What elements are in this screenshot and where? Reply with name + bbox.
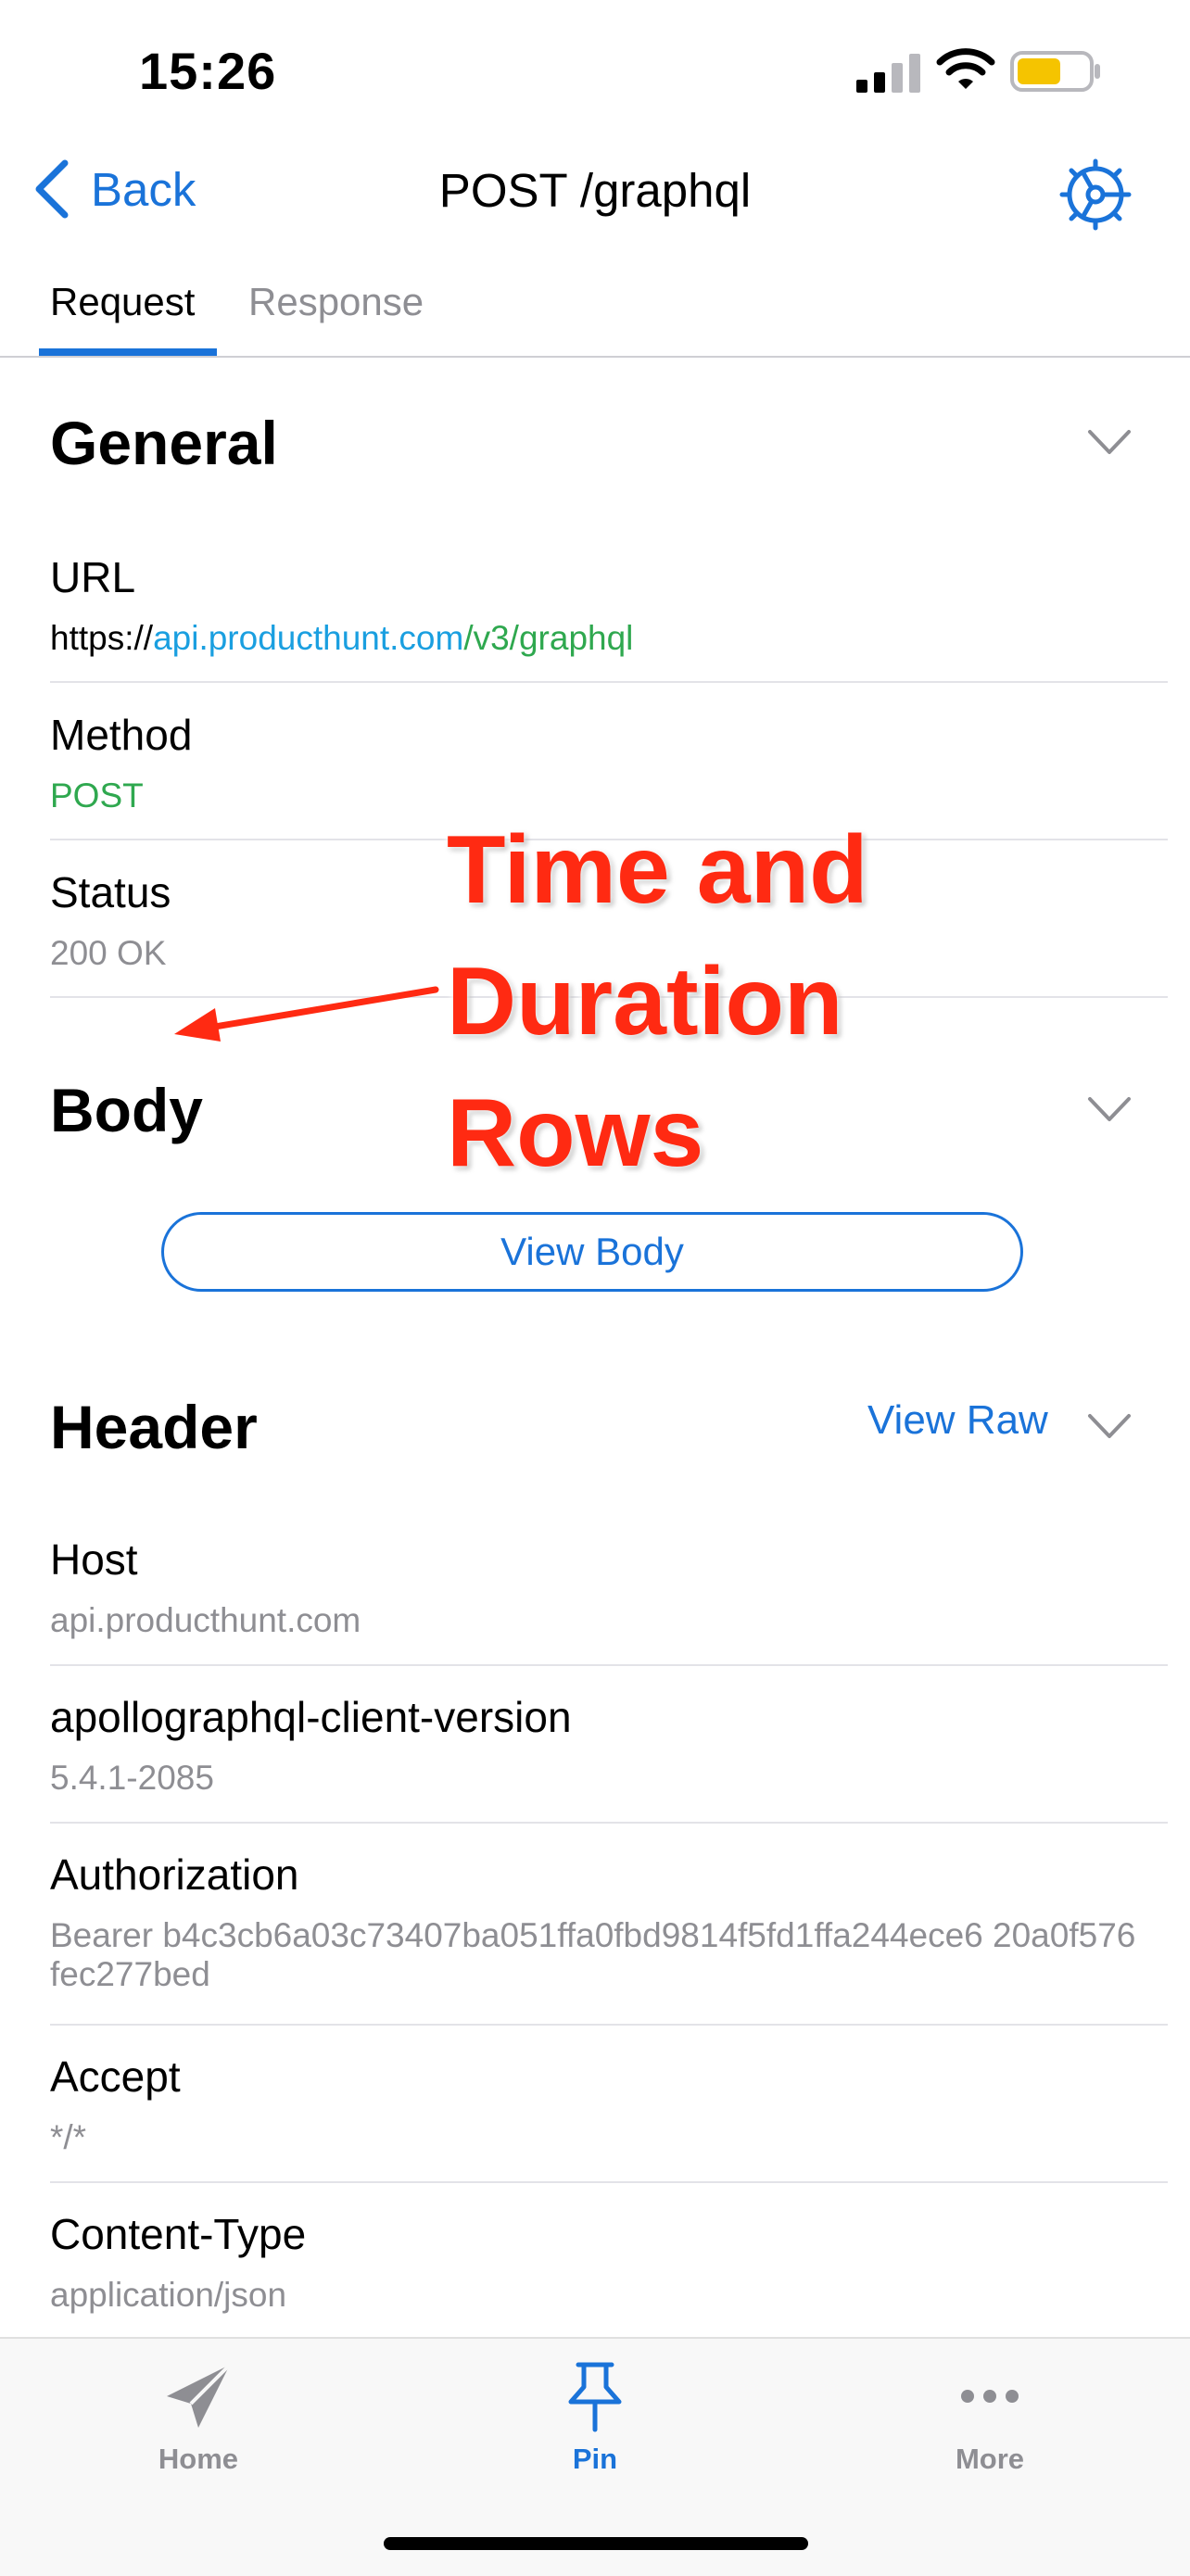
tab-request[interactable]: Request bbox=[50, 280, 195, 324]
tabbar-item-pin[interactable]: Pin bbox=[502, 2359, 688, 2476]
header-row-label: Authorization bbox=[50, 1850, 299, 1899]
header-row-label: Host bbox=[50, 1535, 138, 1584]
active-tab-indicator bbox=[39, 348, 217, 356]
row-divider bbox=[50, 681, 1168, 683]
row-value-method: POST bbox=[50, 777, 144, 814]
more-dots-icon bbox=[961, 2390, 1019, 2403]
page-title: POST /graphql bbox=[438, 164, 752, 217]
header-row-value: Bearer b4c3cb6a03c73407ba051ffa0fbd9814f… bbox=[50, 1916, 1136, 1993]
url-scheme: https:// bbox=[50, 619, 154, 657]
home-indicator bbox=[384, 2537, 808, 2550]
tabbar-label-home: Home bbox=[158, 2443, 239, 2475]
row-divider bbox=[50, 1664, 1168, 1666]
section-title-header: Header bbox=[50, 1393, 258, 1461]
settings-gear-icon[interactable] bbox=[1058, 158, 1133, 232]
url-path: /v3/graphql bbox=[463, 619, 634, 657]
row-value-status: 200 OK bbox=[50, 934, 167, 972]
battery-icon bbox=[1010, 51, 1100, 92]
header-row-value: */* bbox=[50, 2118, 87, 2156]
row-value-url: https://api.producthunt.com/v3/graphql bbox=[50, 619, 633, 658]
tab-response[interactable]: Response bbox=[248, 280, 424, 324]
header-row-value: application/json bbox=[50, 2276, 287, 2314]
header-row-label: Accept bbox=[50, 2052, 181, 2101]
annotation-line: Time and bbox=[447, 816, 868, 924]
row-divider bbox=[50, 1822, 1168, 1824]
tabbar-item-home[interactable]: Home bbox=[106, 2359, 291, 2476]
section-title-body: Body bbox=[50, 1076, 203, 1144]
view-body-button[interactable]: View Body bbox=[161, 1212, 1023, 1292]
tabbar-label-pin: Pin bbox=[572, 2443, 618, 2475]
annotation-line: Duration bbox=[447, 948, 843, 1055]
tabbar-item-more[interactable]: More bbox=[897, 2359, 1082, 2476]
view-raw-link[interactable]: View Raw bbox=[867, 1397, 1048, 1444]
header-row-label: apollographql-client-version bbox=[50, 1693, 572, 1741]
url-host: api.producthunt.com bbox=[153, 619, 464, 657]
annotation-text: Time and Duration Rows bbox=[447, 804, 868, 1199]
header-row-label: Content-Type bbox=[50, 2210, 307, 2258]
tabbar-label-more: More bbox=[955, 2443, 1025, 2475]
annotation-line: Rows bbox=[447, 1080, 704, 1187]
chevron-down-icon[interactable] bbox=[1086, 428, 1133, 456]
section-title-general: General bbox=[50, 409, 278, 477]
tab-divider bbox=[0, 356, 1190, 358]
row-label-url: URL bbox=[50, 553, 136, 601]
row-label-method: Method bbox=[50, 711, 193, 759]
wifi-icon bbox=[936, 48, 995, 89]
annotation-arrow bbox=[174, 986, 439, 1042]
row-label-status: Status bbox=[50, 868, 171, 916]
header-row-value: api.producthunt.com bbox=[50, 1601, 361, 1639]
chevron-down-icon[interactable] bbox=[1086, 1095, 1133, 1123]
paper-plane-icon bbox=[167, 2363, 232, 2428]
header-row-value: 5.4.1-2085 bbox=[50, 1759, 214, 1797]
cellular-signal-icon bbox=[856, 54, 920, 93]
row-divider bbox=[50, 2024, 1168, 2026]
pin-icon bbox=[568, 2362, 622, 2432]
chevron-down-icon[interactable] bbox=[1086, 1412, 1133, 1440]
row-divider bbox=[50, 2181, 1168, 2183]
status-time: 15:26 bbox=[139, 42, 277, 100]
